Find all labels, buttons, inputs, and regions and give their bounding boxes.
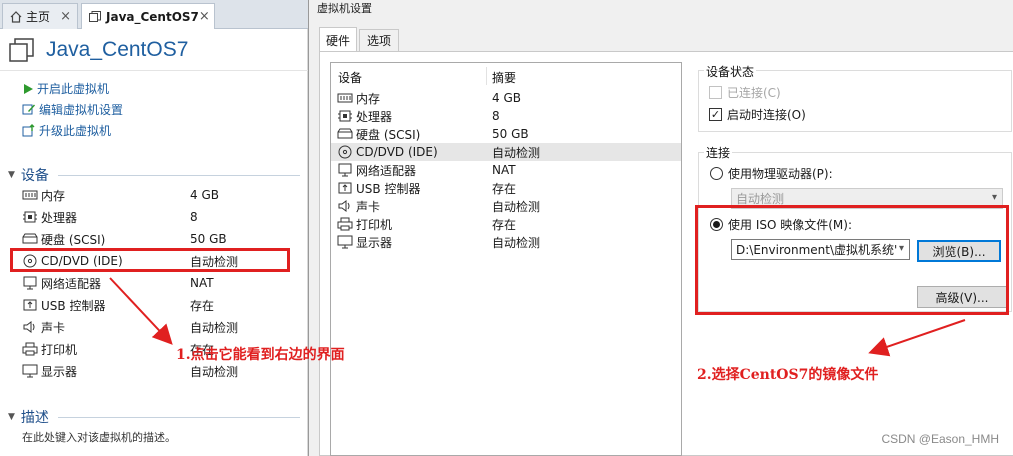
annotation-note-2: 2.选择CentOS7的镜像文件 (697, 367, 879, 383)
watermark: CSDN @Eason_HMH (881, 432, 999, 446)
arrow-2 (868, 319, 966, 357)
arrow-1 (109, 277, 173, 345)
annotation-note-1: 1.点击它能看到右边的界面 (176, 347, 345, 363)
annotation-arrows (109, 277, 966, 357)
